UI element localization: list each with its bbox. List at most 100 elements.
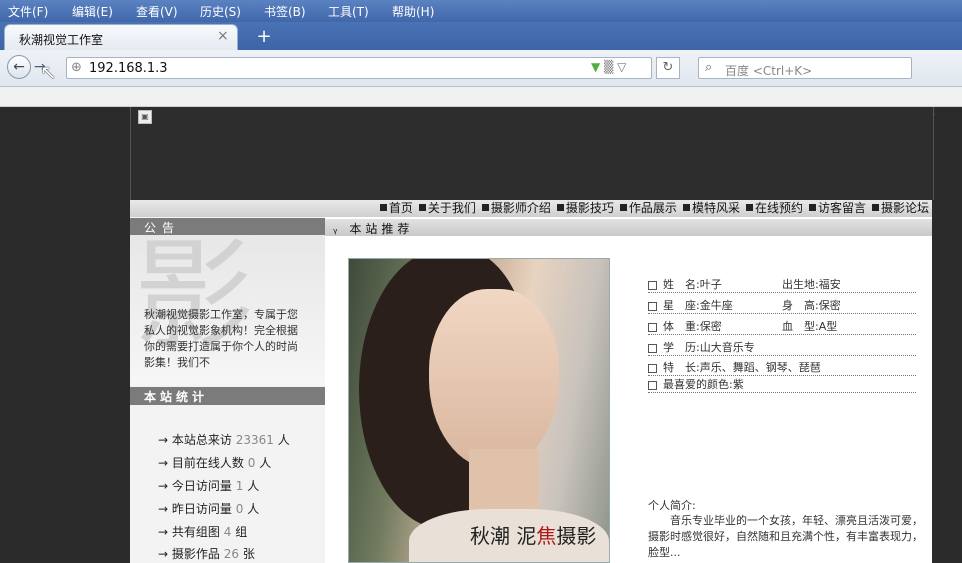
nav-photographers[interactable]: 摄影师介绍 — [479, 200, 554, 217]
profile-field: 身 高:保密 — [782, 299, 841, 312]
signature-part-a: 秋潮 泥 — [470, 524, 537, 548]
nav-guestbook[interactable]: 访客留言 — [806, 200, 869, 217]
recommend-title-text: 本站推荐 — [349, 222, 414, 236]
signature-part-c: 摄影 — [556, 524, 597, 548]
nav-label: 摄影论坛 — [880, 201, 929, 215]
new-tab-button[interactable]: + — [246, 26, 282, 48]
notice-header: 公告 — [130, 218, 325, 235]
stat-item: → 共有组图 4 组 — [158, 525, 248, 539]
nav-models[interactable]: 模特风采 — [680, 200, 743, 217]
stat-value: 26 — [223, 547, 239, 561]
search-icon: ⌕ — [705, 60, 713, 75]
profile-row: 学 历:山大音乐专 — [648, 339, 916, 356]
menu-file[interactable]: 文件(F) — [8, 3, 48, 20]
nav-label: 在线预约 — [754, 201, 803, 215]
menu-tools[interactable]: 工具(T) — [328, 3, 369, 20]
nav-home[interactable]: 首页 — [377, 200, 416, 217]
profile-field: 体 重:保密 — [663, 320, 722, 333]
square-bullet-icon — [745, 204, 753, 211]
profile-row: 姓 名:叶子 出生地:福安 — [648, 276, 916, 293]
square-bullet-icon — [682, 204, 690, 211]
stat-label: 昨日访问量 — [171, 502, 232, 516]
photo-signature: 秋潮 泥焦摄影 — [470, 520, 596, 549]
stat-label: 本站总来访 — [171, 433, 232, 447]
stat-label: 摄影作品 — [171, 547, 220, 561]
stats-header: 本站统计 — [130, 387, 325, 405]
bio-text: 音乐专业毕业的一个女孩，年轻、漂亮且活泼可爱，摄影时感觉很好，自然随和且充满个性… — [648, 514, 923, 559]
featured-photo[interactable] — [348, 258, 610, 563]
mouse-cursor-icon: ↖ — [40, 60, 57, 84]
profile-row: 体 重:保密 血 型:A型 — [648, 318, 916, 335]
stat-item: → 昨日访问量 0 人 — [158, 502, 260, 516]
url-bar-icons: ▼ ▒ ▽ — [591, 60, 626, 74]
nav-forum[interactable]: 摄影论坛 — [869, 200, 932, 217]
recommend-title: ᵧ 本站推荐 — [333, 220, 413, 237]
profile-row: 特 长:声乐、舞蹈、钢琴、琵琶 — [648, 359, 916, 376]
menu-bookmarks[interactable]: 书签(B) — [264, 3, 306, 20]
stat-item: → 摄影作品 26 张 — [158, 547, 255, 561]
close-icon[interactable]: × — [217, 28, 229, 44]
square-bullet-icon — [481, 204, 489, 211]
search-placeholder: 百度 <Ctrl+K> — [725, 64, 813, 78]
recommend-header: ᵧ 本站推荐 — [325, 219, 932, 236]
site-nav: 首页 关于我们 摄影师介绍 摄影技巧 作品展示 模特风采 在线预约 访客留言 摄影论坛 — [130, 200, 932, 217]
stat-label: 共有组图 — [171, 525, 220, 539]
nav-label: 访客留言 — [817, 201, 866, 215]
notice-title: 公告 — [144, 221, 181, 235]
url-text: 192.168.1.3 — [89, 61, 168, 76]
site-header — [130, 107, 934, 200]
stat-unit: 人 — [259, 456, 272, 470]
nav-about[interactable]: 关于我们 — [416, 200, 479, 217]
qr-code-icon[interactable]: ▒ — [604, 60, 613, 74]
menu-help[interactable]: 帮助(H) — [392, 3, 434, 20]
stat-unit: 人 — [277, 433, 290, 447]
profile-field: 最喜爱的颜色:紫 — [663, 378, 744, 391]
stat-item: → 本站总来访 23361 人 — [158, 433, 290, 447]
menu-bar: 文件(F) 编辑(E) 查看(V) 历史(S) 书签(B) 工具(T) 帮助(H… — [0, 0, 962, 22]
notice-text: 秋潮视觉摄影工作室，专属于您私人的视觉影象机构！完全根据你的需要打造属于你个人的… — [144, 308, 298, 369]
reload-button[interactable]: ↻ — [656, 57, 680, 79]
stat-value: 0 — [235, 502, 244, 516]
square-bullet-icon — [619, 204, 627, 211]
checkbox-icon — [648, 280, 657, 290]
stat-item: → 今日访问量 1 人 — [158, 479, 260, 493]
profile-row: 最喜爱的颜色:紫 — [648, 376, 916, 393]
nav-label: 关于我们 — [427, 201, 476, 215]
nav-label: 首页 — [388, 201, 413, 215]
arrow-left-icon: ← — [13, 59, 25, 75]
notice-panel: 影 秋潮视觉摄影工作室，专属于您私人的视觉影象机构！完全根据你的需要打造属于你个… — [130, 235, 325, 385]
profile-field: 姓 名:叶子 — [663, 278, 722, 291]
back-button[interactable]: ← — [7, 55, 31, 79]
stat-value: 23361 — [235, 433, 274, 447]
bookmarks-toolbar — [0, 87, 962, 107]
nav-booking[interactable]: 在线预约 — [743, 200, 806, 217]
checkbox-icon — [648, 343, 657, 353]
nav-works[interactable]: 作品展示 — [617, 200, 680, 217]
tab-active[interactable]: 秋潮视觉工作室 × — [4, 24, 238, 50]
square-bullet-icon — [808, 204, 816, 211]
profile-field: 血 型:A型 — [782, 320, 838, 333]
nav-label: 摄影技巧 — [565, 201, 614, 215]
dropdown-icon[interactable]: ▽ — [617, 60, 626, 74]
checkbox-icon — [648, 363, 657, 373]
signature-part-b: 焦 — [536, 524, 557, 548]
stat-label: 目前在线人数 — [171, 456, 244, 470]
shield-icon[interactable]: ▼ — [591, 60, 600, 74]
nav-label: 摄影师介绍 — [490, 201, 551, 215]
menu-edit[interactable]: 编辑(E) — [72, 3, 113, 20]
scroll-icon: ᵧ — [333, 222, 342, 236]
stat-item: → 目前在线人数 0 人 — [158, 456, 272, 470]
checkbox-icon — [648, 380, 657, 390]
menu-history[interactable]: 历史(S) — [200, 3, 241, 20]
stat-label: 今日访问量 — [171, 479, 232, 493]
nav-techniques[interactable]: 摄影技巧 — [554, 200, 617, 217]
stat-value: 4 — [223, 525, 232, 539]
profile-field: 学 历:山大音乐专 — [663, 341, 755, 354]
stat-unit: 张 — [242, 547, 255, 561]
menu-view[interactable]: 查看(V) — [136, 3, 178, 20]
search-box[interactable]: ⌕ 百度 <Ctrl+K> — [698, 57, 912, 79]
tab-title: 秋潮视觉工作室 — [19, 33, 104, 47]
stat-value: 1 — [235, 479, 244, 493]
url-bar[interactable]: ⊕ 192.168.1.3 ▼ ▒ ▽ — [66, 57, 652, 79]
square-bullet-icon — [556, 204, 564, 211]
